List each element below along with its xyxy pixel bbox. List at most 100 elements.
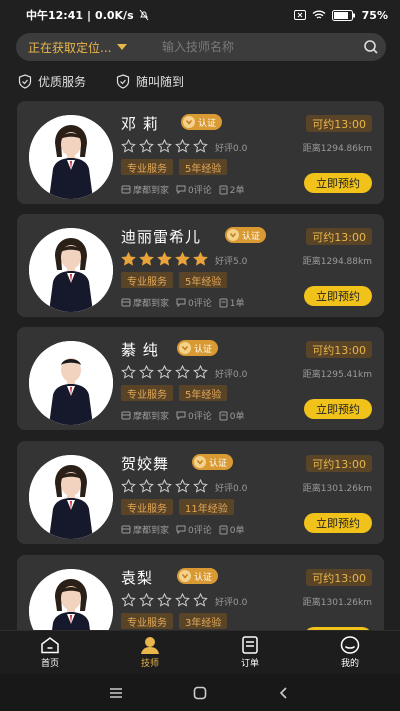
meta-comments: 0评论	[176, 183, 212, 196]
verified-check-icon	[227, 229, 239, 241]
verified-badge: 认证	[181, 114, 223, 130]
tab-orders[interactable]: 订单	[200, 631, 300, 674]
star-icon	[121, 138, 136, 157]
star-icon	[193, 138, 208, 157]
book-now-button[interactable]: 立即预约	[304, 513, 372, 533]
search-icon[interactable]	[356, 39, 386, 55]
order-count-icon	[219, 411, 228, 420]
tag-list: 专业服务 5年经验	[121, 385, 228, 401]
experience-tag: 3年经验	[179, 613, 228, 629]
star-icon	[175, 592, 190, 611]
verified-badge: 认证	[177, 568, 219, 584]
tab-profile[interactable]: 我的	[300, 631, 400, 674]
star-icon	[121, 251, 136, 270]
service-tag: 专业服务	[121, 499, 173, 515]
service-tag: 专业服务	[121, 272, 173, 288]
verified-badge: 认证	[192, 454, 234, 470]
distance-text: 距离1294.88km	[302, 257, 372, 267]
meta-row: 摩都到家 0评论 0单	[121, 523, 244, 536]
location-selector[interactable]: 正在获取定位...	[16, 39, 152, 56]
verified-label: 认证	[209, 458, 228, 469]
service-tag: 专业服务	[121, 385, 173, 401]
home-button-icon[interactable]	[193, 686, 207, 700]
technician-avatar[interactable]	[29, 228, 113, 312]
comment-icon	[176, 525, 186, 534]
meta-delivery: 摩都到家	[121, 296, 169, 309]
technician-avatar[interactable]	[29, 341, 113, 425]
technician-name: 袁梨	[121, 569, 154, 587]
technician-avatar[interactable]	[29, 115, 113, 199]
distance-text: 距离1301.26km	[302, 484, 372, 494]
verified-check-icon	[179, 570, 191, 582]
search-bar: 正在获取定位...	[16, 33, 386, 61]
star-icon	[121, 478, 136, 497]
technician-icon	[141, 637, 159, 654]
order-count: 1单	[229, 299, 245, 309]
technician-card[interactable]: 綦 纯 认证 好评0.0 专业服务 5年经验 摩都到家 0评论 0单 可约13:00 距离1295…	[17, 327, 384, 430]
meta-orders: 2单	[219, 183, 244, 196]
battery-icon	[331, 9, 355, 21]
technician-card[interactable]: 迪丽雷希儿 认证 好评5.0 专业服务 5年经验 摩都到家 0评论 1单 可约13:00 距离12…	[17, 214, 384, 317]
delivery-text: 摩都到家	[133, 299, 170, 309]
technician-name: 贺姣舞	[121, 455, 170, 473]
star-rating	[121, 592, 208, 611]
back-icon[interactable]	[277, 686, 291, 700]
meta-orders: 0单	[219, 409, 245, 422]
available-time-badge: 可约13:00	[306, 115, 372, 132]
service-tag: 专业服务	[121, 613, 173, 629]
order-count-icon	[219, 185, 228, 194]
comment-count: 0评论	[188, 412, 212, 422]
battery-percent: 75%	[361, 8, 388, 22]
search-input[interactable]	[152, 33, 356, 61]
tab-label: 技师	[140, 659, 159, 669]
service-tag: 专业服务	[121, 159, 173, 175]
order-icon	[242, 636, 258, 654]
star-icon	[139, 138, 154, 157]
technician-card[interactable]: 邓 莉 认证 好评0.0 专业服务 5年经验 摩都到家 0评论 2单 可约13:00 距离1294…	[17, 101, 384, 204]
delivery-text: 摩都到家	[133, 412, 170, 422]
tag-list: 专业服务 11年经验	[121, 499, 234, 515]
meta-delivery: 摩都到家	[121, 183, 169, 196]
feature-oncall: 随叫随到	[116, 73, 184, 90]
rating-score: 好评0.0	[215, 144, 248, 154]
book-now-button[interactable]: 立即预约	[304, 286, 372, 306]
meta-comments: 0评论	[176, 409, 212, 422]
verified-label: 认证	[198, 118, 217, 129]
verified-label: 认证	[194, 344, 213, 355]
close-notification-icon	[293, 10, 306, 20]
car-icon	[121, 185, 131, 194]
caret-down-icon	[117, 44, 128, 50]
star-icon	[157, 251, 172, 270]
meta-orders: 1单	[219, 296, 245, 309]
shield-check-icon	[116, 74, 130, 89]
experience-tag: 5年经验	[179, 272, 228, 288]
rating-score: 好评0.0	[215, 484, 248, 494]
status-bar: 中午12:41 | 0.0K/s 75%	[0, 0, 400, 30]
star-rating	[121, 138, 208, 157]
car-icon	[121, 298, 131, 307]
verified-check-icon	[194, 456, 206, 468]
star-icon	[139, 478, 154, 497]
wifi-icon	[312, 10, 326, 19]
menu-icon[interactable]	[109, 687, 123, 699]
tab-home[interactable]: 首页	[0, 631, 100, 674]
tag-list: 专业服务 5年经验	[121, 159, 228, 175]
technician-card[interactable]: 贺姣舞 认证 好评0.0 专业服务 11年经验 摩都到家 0评论 0单 可约13:00 距离130…	[17, 441, 384, 544]
meta-comments: 0评论	[176, 523, 212, 536]
order-count: 0单	[229, 526, 245, 536]
star-icon	[157, 138, 172, 157]
star-icon	[193, 592, 208, 611]
star-rating	[121, 364, 208, 383]
comment-count: 0评论	[188, 526, 212, 536]
star-icon	[157, 478, 172, 497]
technician-name: 綦 纯	[121, 341, 159, 359]
order-count: 0单	[229, 412, 245, 422]
book-now-button[interactable]: 立即预约	[304, 399, 372, 419]
home-icon	[41, 637, 59, 654]
star-icon	[193, 478, 208, 497]
meta-row: 摩都到家 0评论 1单	[121, 296, 244, 309]
book-now-button[interactable]: 立即预约	[304, 173, 372, 193]
verified-check-icon	[183, 116, 195, 128]
tab-technician[interactable]: 技师	[100, 631, 200, 674]
technician-avatar[interactable]	[29, 455, 113, 539]
